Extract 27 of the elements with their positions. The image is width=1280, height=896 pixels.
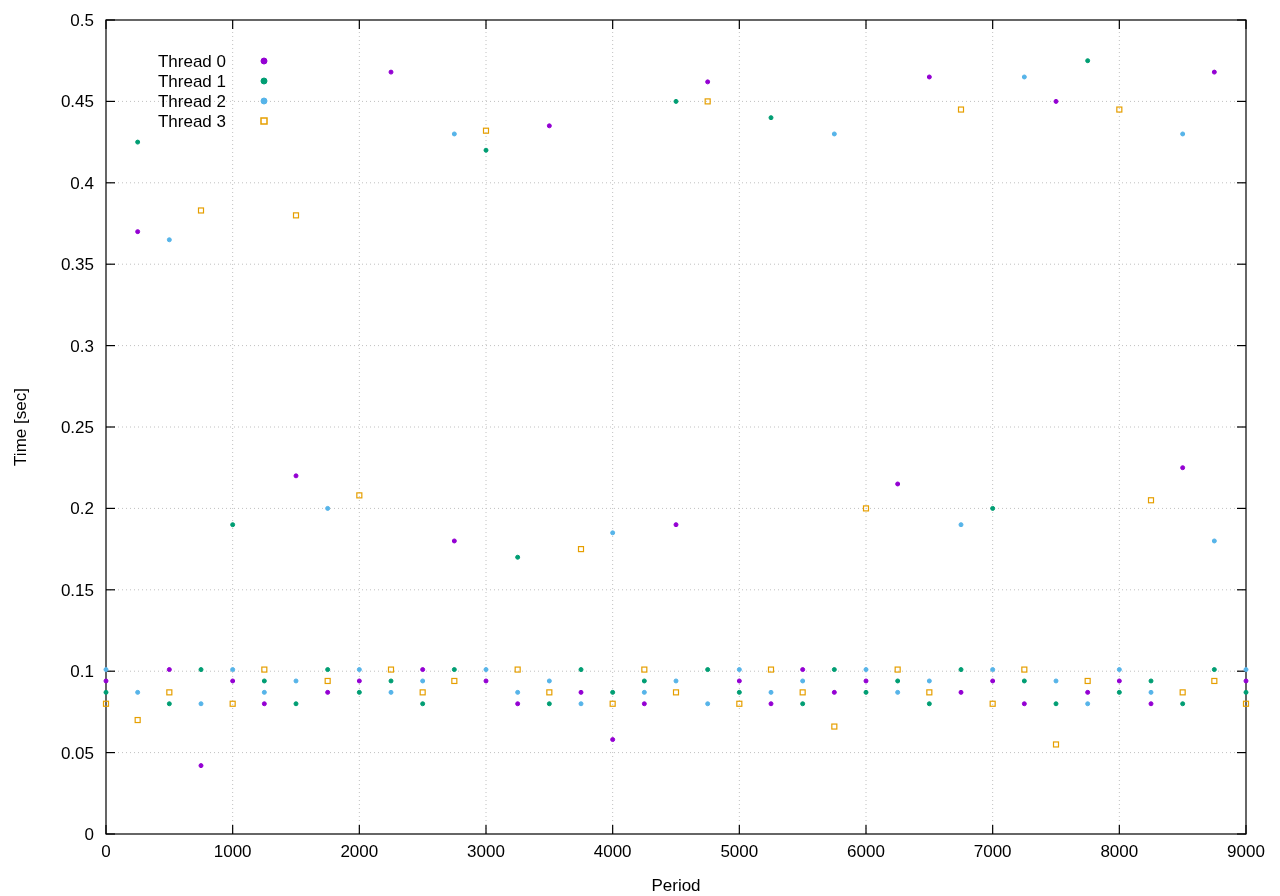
x-tick-label: 9000: [1227, 842, 1265, 861]
x-tick-label: 8000: [1100, 842, 1139, 861]
y-tick-label: 0.25: [60, 418, 94, 437]
x-tick-label: 1000: [213, 842, 252, 861]
x-tick-label: 7000: [973, 842, 1012, 861]
x-tick-label: 4000: [593, 842, 632, 861]
x-tick-label: 6000: [847, 842, 885, 861]
x-tick-label: 0: [101, 842, 111, 861]
legend-label: Thread 2: [157, 92, 226, 111]
y-tick-label: 0: [84, 825, 94, 844]
y-tick-label: 0.45: [60, 92, 94, 112]
x-tick-label: 2000: [340, 842, 379, 861]
legend-label: Thread 1: [157, 72, 226, 91]
y-axis-title: Time [sec]: [11, 388, 30, 466]
y-tick-label: 0.35: [60, 255, 94, 275]
x-axis-title: Period: [651, 876, 701, 895]
y-tick-label: 0.2: [70, 499, 94, 519]
y-tick-label: 0.5: [70, 11, 94, 30]
legend-label: Thread 0: [157, 52, 226, 71]
y-tick-label: 0.1: [70, 662, 94, 682]
y-tick-label: 0.05: [60, 743, 94, 763]
y-tick-label: 0.4: [70, 173, 94, 193]
legend-label: Thread 3: [157, 112, 226, 131]
x-tick-label: 5000: [720, 842, 759, 861]
y-tick-label: 0.15: [60, 580, 94, 600]
x-tick-label: 3000: [467, 842, 505, 861]
y-tick-label: 0.3: [70, 336, 94, 356]
